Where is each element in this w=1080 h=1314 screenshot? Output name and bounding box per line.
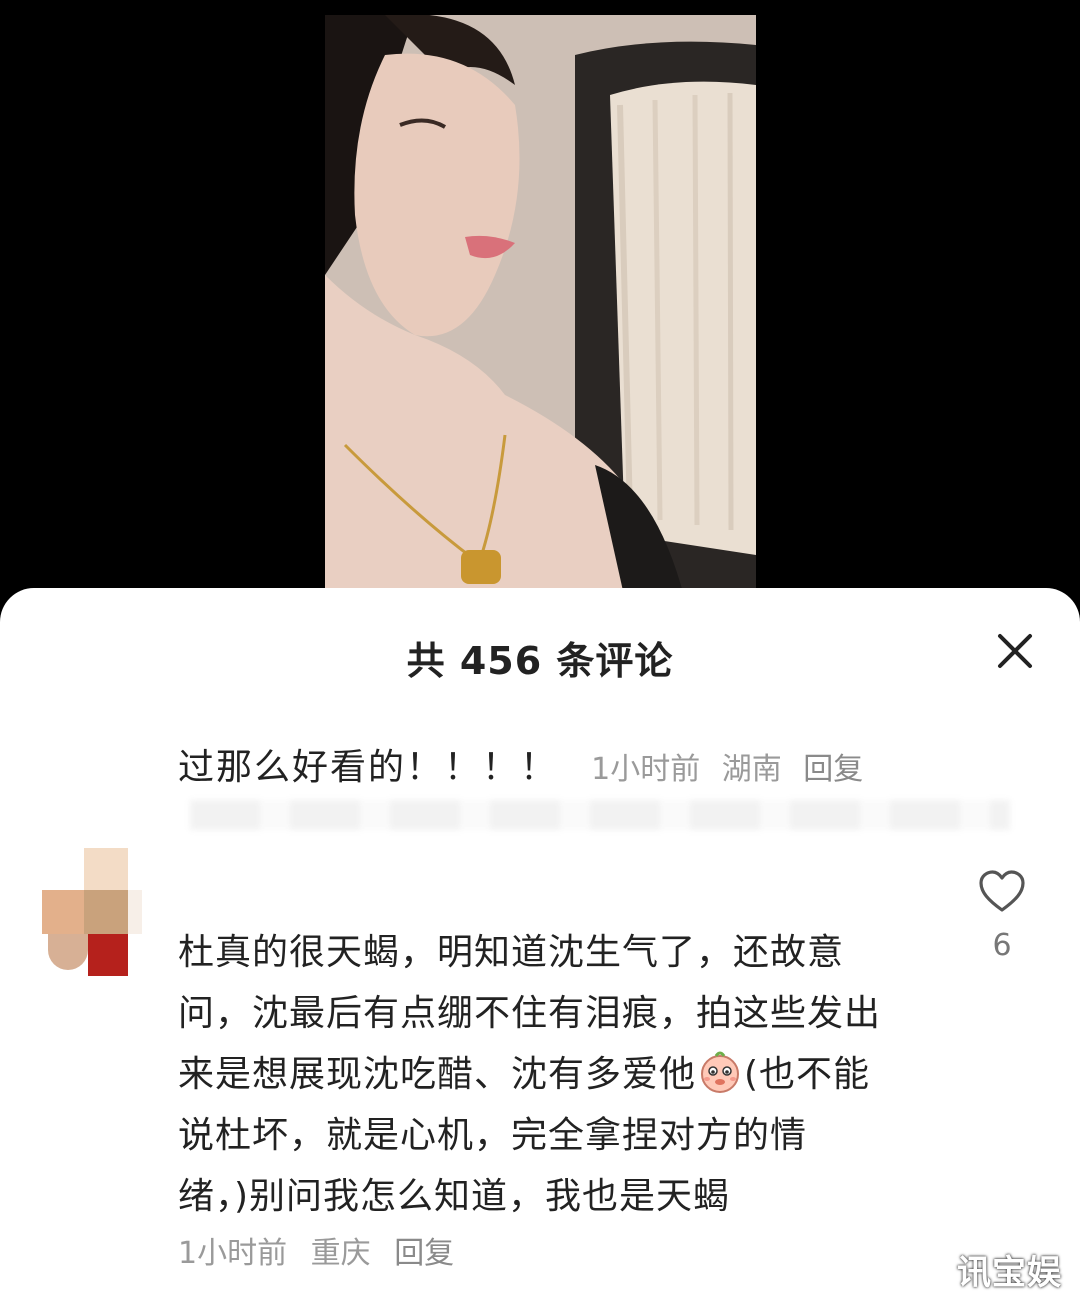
avatar[interactable] <box>42 846 142 976</box>
blurred-comment-placeholder <box>190 800 1010 830</box>
video-background <box>0 0 1080 600</box>
comment-line: 问，沈最后有点绷不住有泪痕，拍这些发出 <box>178 993 882 1034</box>
comment-line: (也不能 <box>744 1054 871 1095</box>
heart-icon <box>979 870 1025 912</box>
comment-text: 过那么好看的！！！！ <box>178 747 559 788</box>
blushing-face-emoji-icon <box>698 1050 742 1094</box>
comments-sheet: 共 456 条评论 过那么好看的！！！！ 1小时前 湖南 回复 杜真的很天蝎，明… <box>0 588 1080 1314</box>
comment-count-title: 共 456 条评论 <box>406 639 674 683</box>
comment-body: 杜真的很天蝎，明知道沈生气了，还故意 问，沈最后有点绷不住有泪痕，拍这些发出 来… <box>178 922 938 1227</box>
comment-line: 杜真的很天蝎，明知道沈生气了，还故意 <box>178 932 845 973</box>
like-button[interactable]: 6 <box>972 870 1032 963</box>
comment-line: 说杜坏，就是心机，完全拿捏对方的情 <box>178 1115 808 1156</box>
close-button[interactable] <box>996 632 1034 670</box>
comment-item: 杜真的很天蝎，明知道沈生气了，还故意 问，沈最后有点绷不住有泪痕，拍这些发出 来… <box>0 846 1080 1286</box>
comment-line: 绪，)别问我怎么知道，我也是天蝎 <box>178 1176 731 1217</box>
comment-time: 1小时前 <box>178 1236 288 1271</box>
video-frame-image <box>325 15 756 600</box>
comment-time: 1小时前 <box>591 752 701 787</box>
comment-line: 来是想展现沈吃醋、沈有多爱他 <box>178 1054 697 1095</box>
like-count: 6 <box>992 928 1012 963</box>
comment-location: 重庆 <box>310 1236 371 1271</box>
comment-partial: 过那么好看的！！！！ 1小时前 湖南 回复 <box>178 738 1038 790</box>
reply-button[interactable]: 回复 <box>803 752 863 787</box>
video-player[interactable] <box>325 15 756 600</box>
comment-meta: 1小时前 重庆 回复 <box>178 1228 468 1272</box>
reply-button[interactable]: 回复 <box>394 1236 454 1271</box>
comment-line-with-emoji: 来是想展现沈吃醋、沈有多爱他 (也不能 <box>178 1044 938 1105</box>
watermark-logo: 讯宝娱 <box>957 1253 1062 1293</box>
close-icon <box>998 634 1032 668</box>
comment-location: 湖南 <box>721 752 782 787</box>
